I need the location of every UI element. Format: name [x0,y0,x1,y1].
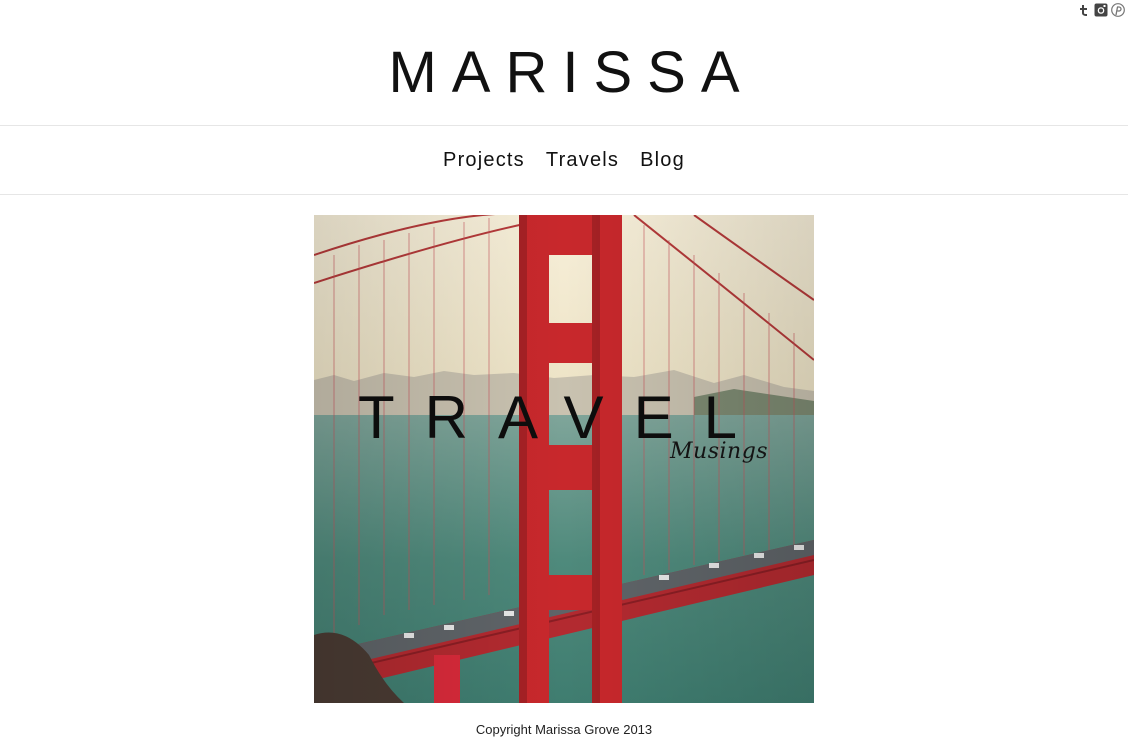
nav-item-blog[interactable]: Blog [640,146,685,174]
site-title[interactable]: MARISSA [0,38,1128,108]
instagram-icon[interactable] [1094,3,1108,17]
hero-subtitle: Musings [670,439,769,464]
main-nav: Projects Travels Blog [0,146,1128,174]
header-divider-bottom [0,194,1128,195]
pinterest-icon[interactable] [1111,3,1125,17]
travel-hero-image[interactable]: TRAVEL Musings [314,215,814,703]
nav-item-projects[interactable]: Projects [443,146,525,174]
social-links [1077,3,1125,17]
tumblr-icon[interactable] [1077,3,1091,17]
nav-item-travels[interactable]: Travels [546,146,619,174]
page: MARISSA Projects Travels Blog TRAVEL Mus… [0,0,1128,747]
footer-copyright: Copyright Marissa Grove 2013 [475,722,653,737]
header-divider-top [0,125,1128,126]
